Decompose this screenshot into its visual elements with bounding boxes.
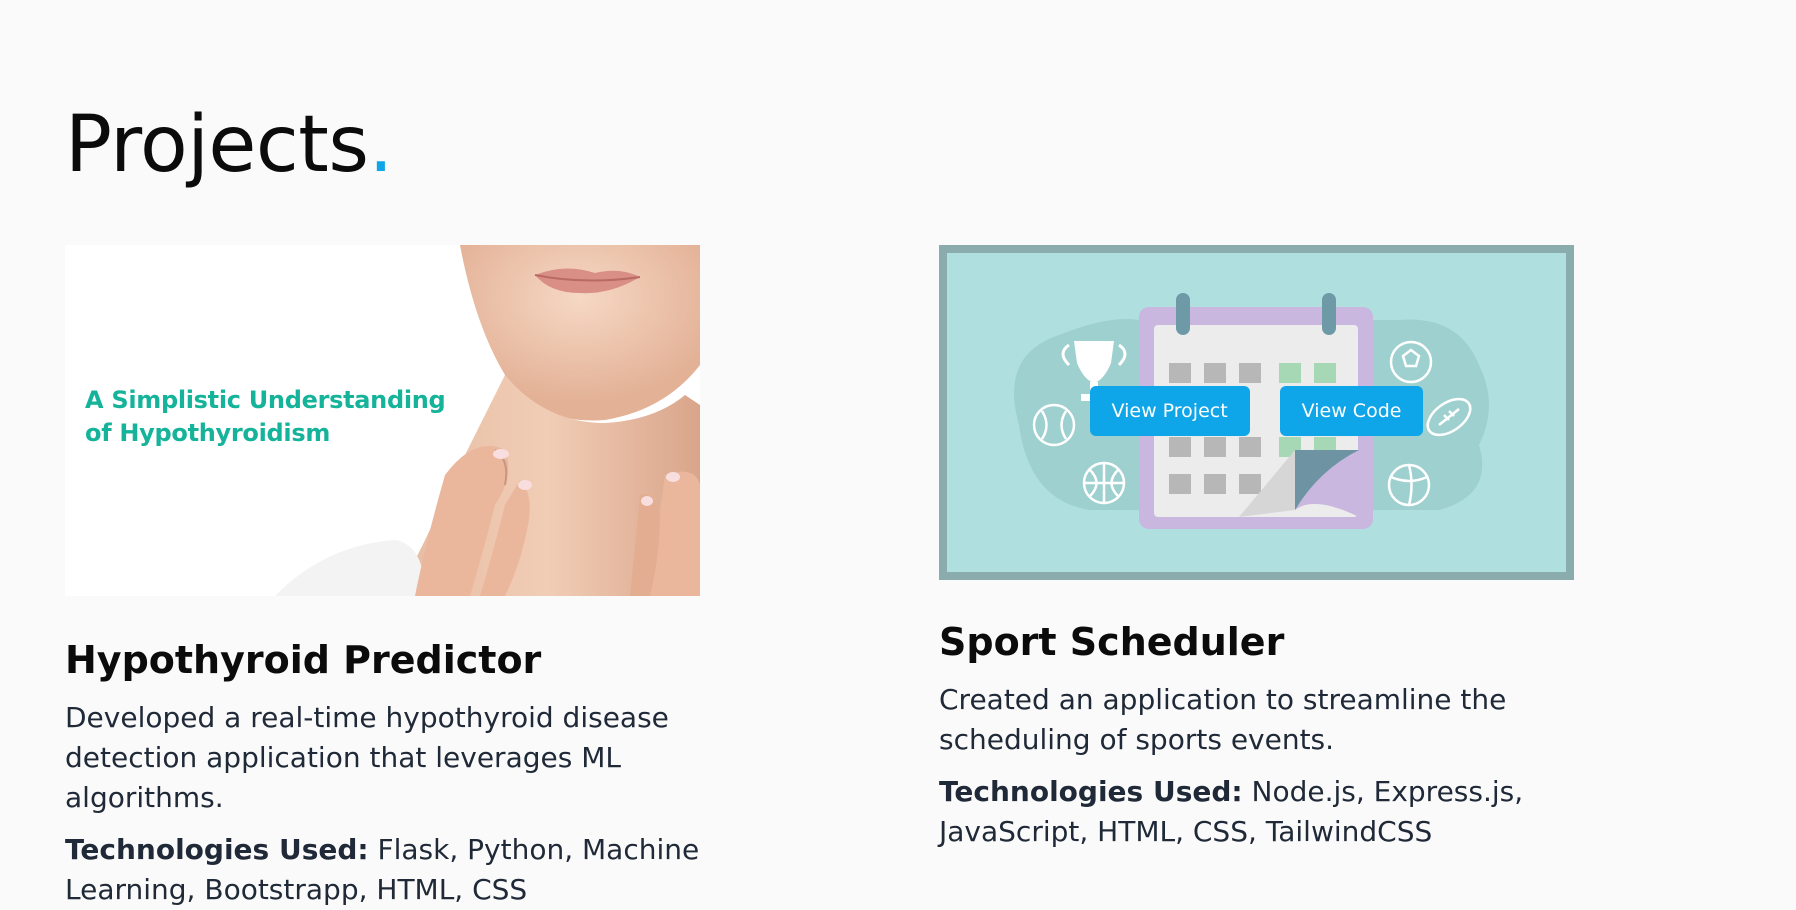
project-card-sport-scheduler: View Project View Code Sport Scheduler C… — [939, 245, 1574, 852]
project-description: Created an application to streamline the… — [939, 683, 1507, 756]
project-technologies: Technologies Used: Node.js, Express.js, … — [939, 772, 1574, 852]
project-title: Hypothyroid Predictor — [65, 638, 542, 682]
technologies-label: Technologies Used: — [939, 775, 1243, 808]
project-title: Sport Scheduler — [939, 620, 1285, 664]
project-description: Developed a real-time hypothyroid diseas… — [65, 701, 669, 814]
page-title-text: Projects — [65, 100, 369, 190]
project-image-hypothyroid[interactable]: A Simplistic Understanding of Hypothyroi… — [65, 245, 700, 596]
project-image-sport-scheduler[interactable]: View Project View Code — [939, 245, 1574, 580]
image-caption: A Simplistic Understanding of Hypothyroi… — [85, 384, 446, 450]
page-title-dot: . — [368, 100, 394, 190]
card-actions: View Project View Code — [939, 386, 1574, 436]
page-title: Projects. — [65, 106, 393, 184]
basketball-icon — [1082, 461, 1126, 505]
view-project-button[interactable]: View Project — [1089, 386, 1250, 436]
project-technologies: Technologies Used: Flask, Python, Machin… — [65, 830, 700, 910]
technologies-label: Technologies Used: — [65, 833, 369, 866]
view-code-button[interactable]: View Code — [1279, 386, 1424, 436]
project-card-hypothyroid: A Simplistic Understanding of Hypothyroi… — [65, 245, 700, 910]
image-caption-line2: of Hypothyroidism — [85, 419, 331, 447]
image-caption-line1: A Simplistic Understanding — [85, 386, 446, 414]
